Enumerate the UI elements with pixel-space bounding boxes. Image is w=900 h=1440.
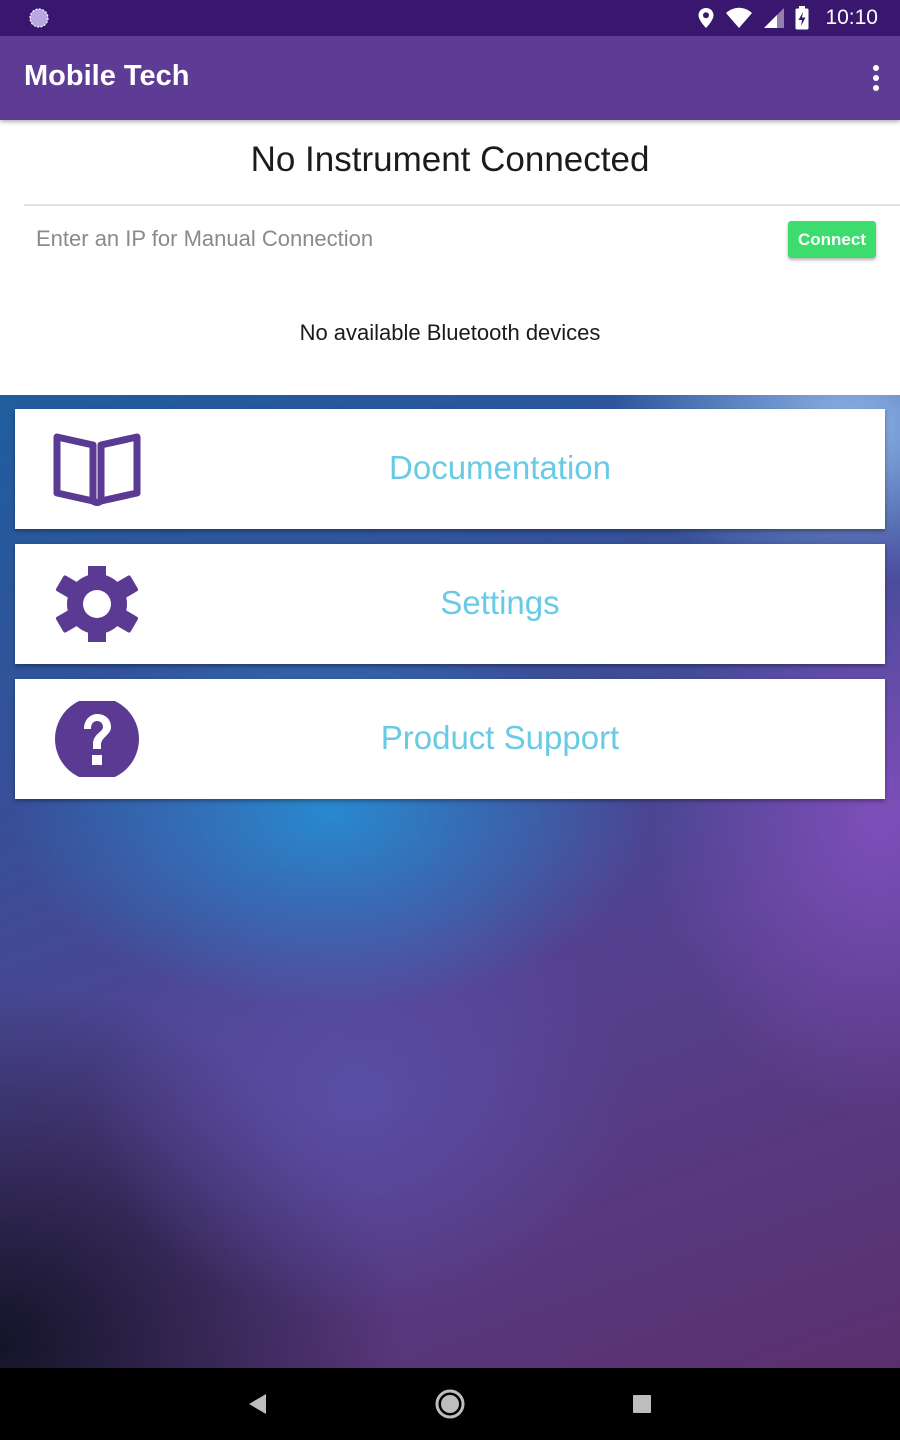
background-area: Documentation Settings Product Support xyxy=(0,395,900,1368)
product-support-label: Product Support xyxy=(380,719,620,756)
connection-status-title: No Instrument Connected xyxy=(250,140,650,179)
battery-charging-icon xyxy=(795,6,809,30)
status-time: 10:10 xyxy=(825,6,878,29)
menu-dot xyxy=(873,75,879,81)
status-bar: 10:10 xyxy=(0,0,900,36)
home-icon[interactable] xyxy=(432,1386,468,1422)
more-vertical-icon[interactable] xyxy=(860,58,892,98)
connection-panel: No Instrument Connected Connect No avail… xyxy=(0,120,900,395)
documentation-label: Documentation xyxy=(389,449,611,486)
menu-dot xyxy=(873,85,879,91)
back-icon[interactable] xyxy=(240,1386,276,1422)
cell-signal-icon xyxy=(764,8,785,28)
product-support-card[interactable]: Product Support xyxy=(15,679,885,799)
ip-address-input[interactable] xyxy=(24,216,788,262)
recents-icon[interactable] xyxy=(624,1386,660,1422)
status-icons: 10:10 xyxy=(697,0,878,36)
navigation-bar xyxy=(0,1368,900,1440)
menu-dot xyxy=(873,65,879,71)
app-notification-icon xyxy=(29,8,49,28)
documentation-card[interactable]: Documentation xyxy=(15,409,885,529)
divider xyxy=(24,204,900,206)
wifi-icon xyxy=(726,7,753,28)
bluetooth-status-text: No available Bluetooth devices xyxy=(299,320,601,345)
location-icon xyxy=(698,8,714,28)
connect-button[interactable]: Connect xyxy=(788,221,876,258)
app-bar: Mobile Tech xyxy=(0,36,900,120)
settings-label: Settings xyxy=(440,584,560,621)
app-title: Mobile Tech xyxy=(24,60,190,92)
settings-card[interactable]: Settings xyxy=(15,544,885,664)
